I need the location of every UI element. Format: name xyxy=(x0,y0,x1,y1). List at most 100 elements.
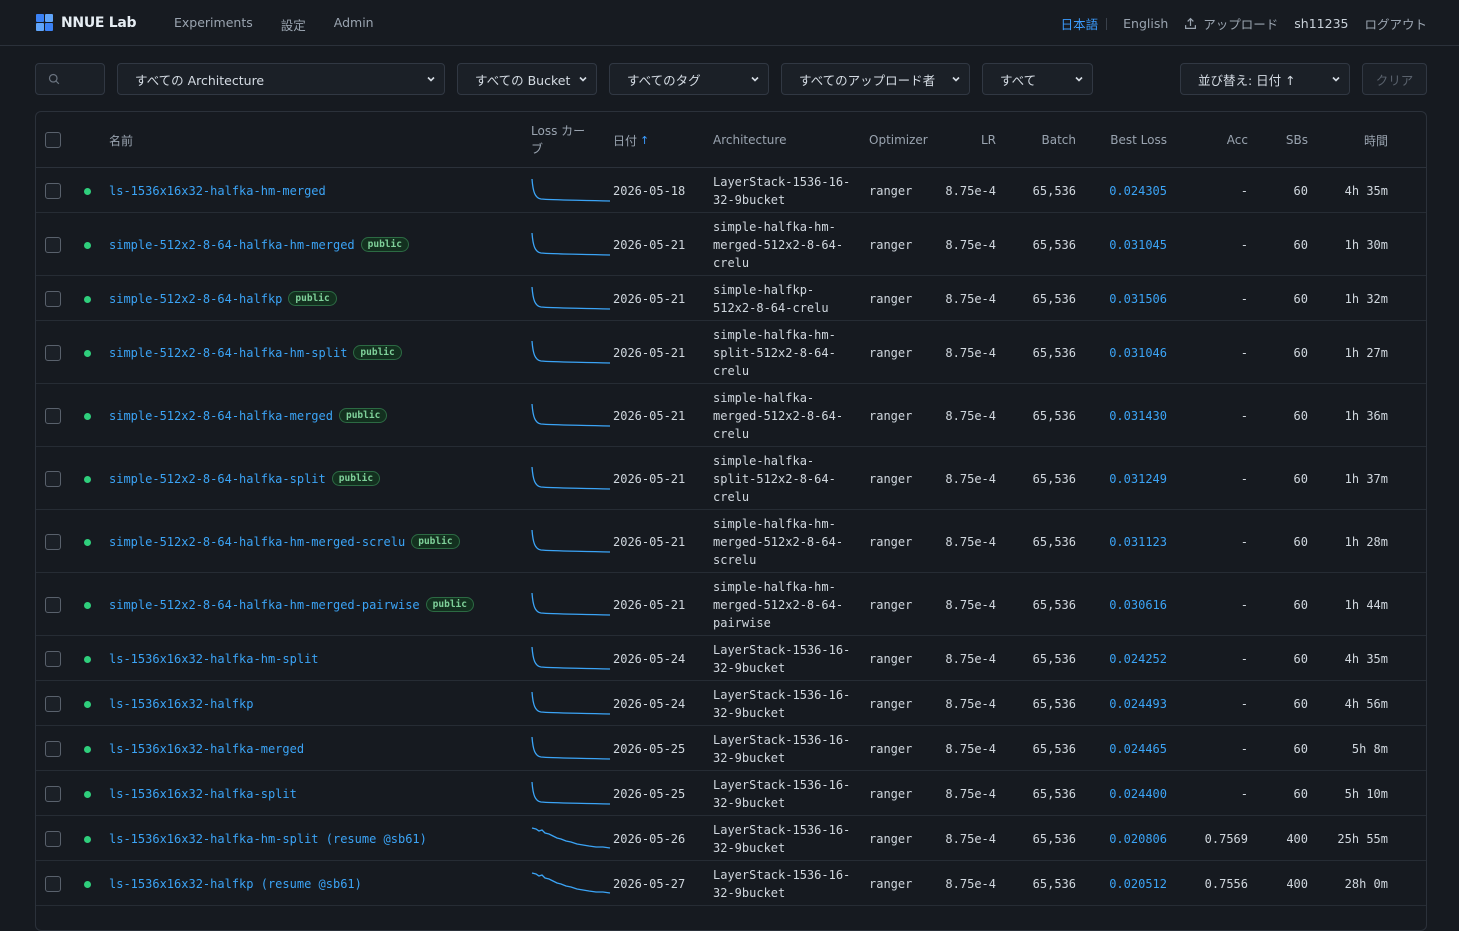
table-row[interactable]: simple-512x2-8-64-halfka-hm-merged public… xyxy=(36,213,1426,276)
date-cell: 2026-05-21 xyxy=(613,408,686,423)
col-best-loss[interactable]: Best Loss xyxy=(1086,112,1167,168)
row-checkbox[interactable] xyxy=(45,596,61,613)
time-cell: 1h 44m xyxy=(1344,597,1388,612)
upload-link[interactable]: アップロード xyxy=(1184,14,1278,33)
col-time[interactable]: 時間 xyxy=(1326,112,1388,168)
lang-en-link[interactable]: English xyxy=(1123,16,1168,31)
col-batch[interactable]: Batch xyxy=(1016,112,1077,168)
table-row[interactable]: simple-512x2-8-64-halfka-hm-merged-pairw… xyxy=(36,573,1426,636)
experiment-link[interactable]: ls-1536x16x32-halfkp xyxy=(109,697,254,711)
sort-select[interactable]: 並び替え: 日付 ↑ xyxy=(1180,63,1350,95)
experiment-link[interactable]: simple-512x2-8-64-halfka-split xyxy=(109,472,326,486)
optimizer-cell: ranger xyxy=(869,291,913,306)
brand-logo[interactable]: NNUE Lab xyxy=(36,14,137,31)
table-row[interactable]: simple-512x2-8-64-halfkp public 2026-05-21… xyxy=(36,276,1426,321)
sbs-cell: 60 xyxy=(1293,291,1308,306)
architecture-cell: simple-halfka-hm- merged-512x2-8-64- scr… xyxy=(713,516,844,567)
col-architecture[interactable]: Architecture xyxy=(713,112,786,168)
chevron-down-icon xyxy=(751,76,759,82)
architecture-select[interactable]: すべての Architecture xyxy=(117,63,445,95)
select-all-checkbox[interactable] xyxy=(45,132,61,148)
batch-cell: 65,536 xyxy=(1032,291,1076,306)
table-row[interactable]: ls-1536x16x32-halfkp (resume @sb61) 2026-… xyxy=(36,861,1426,906)
sbs-cell: 60 xyxy=(1293,786,1308,801)
loss-curve-sparkline xyxy=(531,826,611,849)
clear-filters-button[interactable]: クリア xyxy=(1362,63,1427,95)
row-checkbox[interactable] xyxy=(45,407,61,424)
search-input[interactable] xyxy=(35,63,105,95)
experiment-link[interactable]: ls-1536x16x32-halfka-split xyxy=(109,787,297,801)
logout-link[interactable]: ログアウト xyxy=(1364,14,1427,33)
architecture-cell: simple-halfkp- 512x2-8-64-crelu xyxy=(713,282,829,315)
status-dot xyxy=(84,880,91,888)
row-checkbox[interactable] xyxy=(45,650,61,667)
table-row[interactable]: simple-512x2-8-64-halfka-hm-split public 2… xyxy=(36,321,1426,384)
loss-curve-sparkline xyxy=(531,178,611,202)
experiment-link[interactable]: simple-512x2-8-64-halfka-hm-merged-pairw… xyxy=(109,598,420,612)
experiment-link[interactable]: simple-512x2-8-64-halfka-hm-split xyxy=(109,346,347,360)
acc-cell: 0.7569 xyxy=(1204,831,1248,846)
best-loss-cell: 0.024252 xyxy=(1109,651,1167,666)
status-select[interactable]: すべて xyxy=(982,63,1093,95)
best-loss-cell: 0.031045 xyxy=(1109,237,1167,252)
row-checkbox[interactable] xyxy=(45,533,61,550)
row-checkbox[interactable] xyxy=(45,740,61,757)
row-checkbox[interactable] xyxy=(45,236,61,253)
upload-label: アップロード xyxy=(1203,17,1279,32)
experiment-link[interactable]: ls-1536x16x32-halfka-hm-merged xyxy=(109,184,326,198)
row-checkbox[interactable] xyxy=(45,470,61,487)
experiment-link[interactable]: simple-512x2-8-64-halfkp xyxy=(109,292,282,306)
nav-experiments[interactable]: Experiments xyxy=(174,15,253,34)
row-checkbox[interactable] xyxy=(45,785,61,802)
architecture-cell: LayerStack-1536-16- 32-9bucket xyxy=(713,867,851,900)
name-cell: simple-512x2-8-64-halfka-merged public xyxy=(109,384,388,447)
col-acc[interactable]: Acc xyxy=(1186,112,1248,168)
row-checkbox[interactable] xyxy=(45,182,61,199)
nav-settings[interactable]: 設定 xyxy=(281,15,306,34)
table-row[interactable]: simple-512x2-8-64-halfka-merged public 202… xyxy=(36,384,1426,447)
name-cell: ls-1536x16x32-halfka-hm-merged xyxy=(109,168,326,213)
table-row[interactable]: ls-1536x16x32-halfka-hm-merged 2026-05-18… xyxy=(36,168,1426,213)
date-cell: 2026-05-21 xyxy=(613,597,686,612)
table-row[interactable]: ls-1536x16x32-halfka-hm-split (resume @s… xyxy=(36,816,1426,861)
uploader-select[interactable]: すべてのアップロード者 xyxy=(781,63,970,95)
experiment-link[interactable]: ls-1536x16x32-halfka-merged xyxy=(109,742,304,756)
experiment-link[interactable]: simple-512x2-8-64-halfka-merged xyxy=(109,409,333,423)
optimizer-cell: ranger xyxy=(869,786,913,801)
table-row[interactable]: ls-1536x16x32-halfka-merged 2026-05-25 Lay… xyxy=(36,726,1426,771)
architecture-cell: LayerStack-1536-16- 32-9bucket xyxy=(713,174,851,207)
col-sbs[interactable]: SBs xyxy=(1258,112,1308,168)
uploader-select-value: すべてのアップロード者 xyxy=(799,72,936,88)
table-row[interactable]: simple-512x2-8-64-halfka-hm-merged-screl… xyxy=(36,510,1426,573)
col-optimizer[interactable]: Optimizer xyxy=(869,112,928,168)
experiment-link[interactable]: simple-512x2-8-64-halfka-hm-merged-screl… xyxy=(109,535,405,549)
loss-curve-line xyxy=(531,592,611,616)
architecture-cell: LayerStack-1536-16- 32-9bucket xyxy=(713,732,851,765)
architecture-cell: simple-halfka-hm- split-512x2-8-64- crel… xyxy=(713,327,836,378)
col-name[interactable]: 名前 xyxy=(109,112,133,168)
table-row[interactable]: ls-1536x16x32-halfkp 2026-05-24 LayerStack… xyxy=(36,681,1426,726)
date-cell: 2026-05-25 xyxy=(613,741,686,756)
row-checkbox[interactable] xyxy=(45,290,61,307)
loss-curve-sparkline xyxy=(531,286,611,310)
col-lr[interactable]: LR xyxy=(936,112,996,168)
experiment-link[interactable]: ls-1536x16x32-halfka-hm-split (resume @s… xyxy=(109,832,427,846)
nav-admin[interactable]: Admin xyxy=(334,15,374,34)
experiment-link[interactable]: simple-512x2-8-64-halfka-hm-merged xyxy=(109,238,355,252)
loss-curve-line xyxy=(531,403,611,427)
row-checkbox[interactable] xyxy=(45,695,61,712)
row-checkbox[interactable] xyxy=(45,830,61,847)
col-date[interactable]: 日付 ↑ xyxy=(613,112,649,168)
row-checkbox[interactable] xyxy=(45,875,61,892)
lr-cell: 8.75e-4 xyxy=(945,237,996,252)
lang-ja-link[interactable]: 日本語 xyxy=(1061,14,1099,33)
table-row[interactable]: ls-1536x16x32-halfka-hm-split 2026-05-24 L… xyxy=(36,636,1426,681)
tag-select[interactable]: すべてのタグ xyxy=(609,63,769,95)
table-row[interactable]: simple-512x2-8-64-halfka-split public 2026… xyxy=(36,447,1426,510)
experiment-link[interactable]: ls-1536x16x32-halfka-hm-split xyxy=(109,652,319,666)
table-row[interactable]: ls-1536x16x32-halfka-split 2026-05-25 Laye… xyxy=(36,771,1426,816)
row-checkbox[interactable] xyxy=(45,344,61,361)
bucket-select[interactable]: すべての Bucket xyxy=(457,63,597,95)
experiment-link[interactable]: ls-1536x16x32-halfkp (resume @sb61) xyxy=(109,877,362,891)
name-cell: simple-512x2-8-64-halfka-hm-split public xyxy=(109,321,402,384)
